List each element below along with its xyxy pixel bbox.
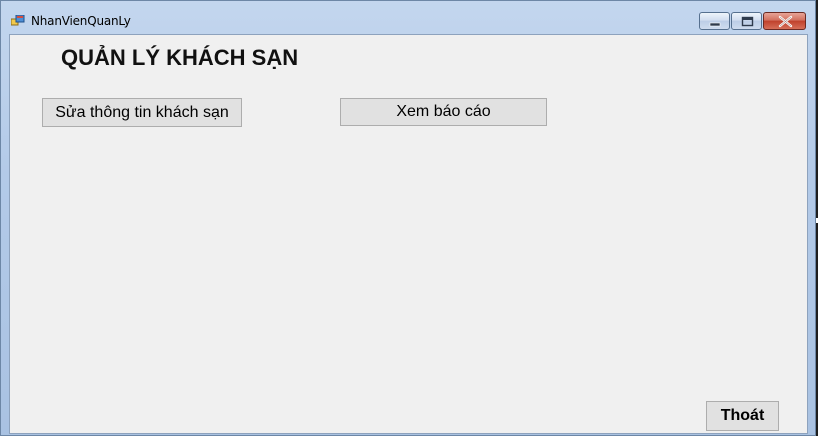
- page-title: QUẢN LÝ KHÁCH SẠN: [61, 45, 299, 70]
- close-button[interactable]: [763, 12, 806, 30]
- title-bar[interactable]: NhanVienQuanLy: [1, 1, 815, 33]
- window-title: NhanVienQuanLy: [31, 14, 131, 28]
- app-window: NhanVienQuanLy QUẢN LÝ KHÁCH SẠN Sửa thô…: [0, 0, 816, 436]
- minimize-button[interactable]: [699, 12, 730, 30]
- view-report-button[interactable]: Xem báo cáo: [340, 98, 547, 126]
- exit-button[interactable]: Thoát: [706, 401, 779, 431]
- form-client-area: QUẢN LÝ KHÁCH SẠN Sửa thông tin khách sạ…: [9, 34, 808, 434]
- edit-hotel-info-button[interactable]: Sửa thông tin khách sạn: [42, 98, 242, 127]
- maximize-button[interactable]: [731, 12, 762, 30]
- app-window-icon: [10, 14, 25, 26]
- caption-buttons: [699, 12, 806, 30]
